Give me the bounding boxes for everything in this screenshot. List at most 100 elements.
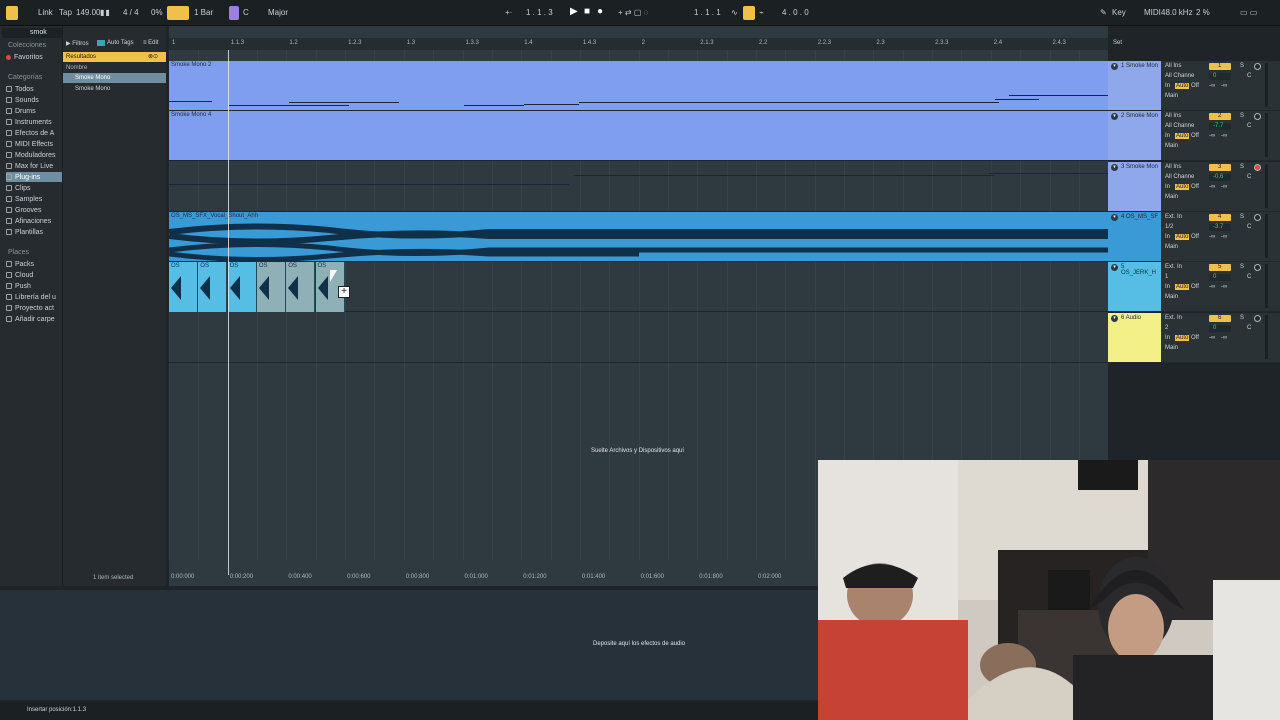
window-icons[interactable]: ▭ ▭ bbox=[1240, 8, 1257, 17]
category-item[interactable]: Todos bbox=[6, 84, 62, 94]
send-a-knob[interactable]: -∞ bbox=[1209, 335, 1215, 341]
output-select[interactable]: Main bbox=[1165, 244, 1178, 250]
arm-record-icon[interactable] bbox=[1254, 264, 1261, 271]
place-item[interactable]: Añadir carpe bbox=[6, 314, 62, 324]
category-item[interactable]: MIDI Effects bbox=[6, 139, 62, 149]
track-activator-button[interactable]: 4 bbox=[1209, 214, 1231, 221]
track-lane-4[interactable]: OS_MS_SFX_Vocal_Shout_Ahh bbox=[169, 212, 1108, 262]
pan-knob[interactable]: C bbox=[1247, 73, 1251, 79]
audio-clip-slice[interactable]: OS bbox=[227, 262, 257, 312]
monitor-auto-button[interactable]: Auto bbox=[1175, 133, 1190, 139]
track-header-2[interactable]: ▾ 2 Smoke Mon bbox=[1108, 111, 1161, 161]
time-signature[interactable]: 4 / 4 bbox=[123, 8, 139, 17]
fold-icon[interactable]: ▾ bbox=[1111, 63, 1118, 70]
output-select[interactable]: Main bbox=[1165, 194, 1178, 200]
monitor-off-button[interactable]: Off bbox=[1191, 133, 1199, 139]
place-item[interactable]: Push bbox=[6, 281, 62, 291]
arm-record-icon[interactable] bbox=[1254, 113, 1261, 120]
track-header-6[interactable]: ▾ 6 Audio bbox=[1108, 313, 1161, 363]
category-item[interactable]: Drums bbox=[6, 106, 62, 116]
midi-map-button[interactable]: MIDI bbox=[1144, 8, 1161, 17]
monitor-off-button[interactable]: Off bbox=[1191, 335, 1199, 341]
send-a-knob[interactable]: -∞ bbox=[1209, 234, 1215, 240]
midi-note[interactable] bbox=[524, 104, 579, 105]
set-button[interactable]: Set bbox=[1113, 40, 1122, 46]
view-toggle-icon[interactable] bbox=[6, 6, 18, 20]
results-header[interactable]: Resultados ⊗⊙ bbox=[63, 52, 166, 62]
song-position[interactable]: 1 . 1 . 3 bbox=[526, 8, 553, 17]
tempo-field[interactable]: 149.00 bbox=[76, 8, 100, 17]
midi-note[interactable] bbox=[1009, 95, 1108, 96]
track-lane-2[interactable]: Smoke Mono 4 bbox=[169, 111, 1108, 185]
punch-icon[interactable]: ⌁ bbox=[759, 8, 764, 17]
send-a-knob[interactable]: -∞ bbox=[1209, 83, 1215, 89]
beat-ruler[interactable]: 1 1.1.3 1.2 1.2.3 1.3 1.3.3 1.4 1.4.3 2 2.1.3 2.2 2… bbox=[169, 38, 1108, 50]
send-b-knob[interactable]: -∞ bbox=[1221, 133, 1227, 139]
monitor-in-button[interactable]: In bbox=[1165, 284, 1170, 290]
input-channel-select[interactable]: 1 bbox=[1165, 274, 1168, 280]
solo-button[interactable]: S bbox=[1240, 214, 1244, 220]
track-activator-button[interactable]: 5 bbox=[1209, 264, 1231, 271]
solo-button[interactable]: S bbox=[1240, 113, 1244, 119]
input-channel-select[interactable]: 1/2 bbox=[1165, 224, 1173, 230]
stop-icon[interactable]: ■ bbox=[584, 6, 590, 17]
solo-button[interactable]: S bbox=[1240, 315, 1244, 321]
send-b-knob[interactable]: -∞ bbox=[1221, 335, 1227, 341]
track-activator-button[interactable]: 3 bbox=[1209, 164, 1231, 171]
output-select[interactable]: Main bbox=[1165, 143, 1178, 149]
midi-note[interactable] bbox=[995, 99, 1039, 100]
audio-clip-slice[interactable]: OS bbox=[286, 262, 316, 312]
link-button[interactable]: Link bbox=[38, 8, 53, 17]
follow-button[interactable] bbox=[167, 6, 189, 20]
category-item[interactable]: Plug-ins bbox=[6, 172, 62, 182]
monitor-auto-button[interactable]: Auto bbox=[1175, 234, 1190, 240]
monitor-off-button[interactable]: Off bbox=[1191, 284, 1199, 290]
output-select[interactable]: Main bbox=[1165, 93, 1178, 99]
category-item[interactable]: Grooves bbox=[6, 205, 62, 215]
send-a-knob[interactable]: -∞ bbox=[1209, 133, 1215, 139]
metronome-icon[interactable]: ▮▮ bbox=[100, 8, 111, 17]
pan-knob[interactable]: C bbox=[1247, 123, 1251, 129]
monitor-in-button[interactable]: In bbox=[1165, 184, 1170, 190]
category-item[interactable]: Efectos de A bbox=[6, 128, 62, 138]
track-name[interactable]: 5 OS_JERK_H bbox=[1121, 264, 1161, 276]
solo-button[interactable]: S bbox=[1240, 63, 1244, 69]
input-type-select[interactable]: All Ins bbox=[1165, 113, 1181, 119]
result-item-1[interactable]: Smoke Mono bbox=[63, 73, 166, 83]
arm-record-icon[interactable] bbox=[1254, 63, 1261, 70]
place-item[interactable]: Librería del u bbox=[6, 292, 62, 302]
send-b-knob[interactable]: -∞ bbox=[1221, 184, 1227, 190]
track-name[interactable]: 3 Smoke Mon bbox=[1121, 164, 1158, 170]
send-a-knob[interactable]: -∞ bbox=[1209, 184, 1215, 190]
audio-clip-slice[interactable]: OS bbox=[198, 262, 228, 312]
input-type-select[interactable]: All Ins bbox=[1165, 164, 1181, 170]
track-activator-button[interactable]: 6 bbox=[1209, 315, 1231, 322]
send-b-knob[interactable]: -∞ bbox=[1221, 234, 1227, 240]
pan-knob[interactable]: C bbox=[1247, 224, 1251, 230]
category-item[interactable]: Plantillas bbox=[6, 227, 62, 237]
output-select[interactable]: Main bbox=[1165, 294, 1178, 300]
arm-record-icon[interactable] bbox=[1254, 214, 1261, 221]
input-channel-select[interactable]: All Channe bbox=[1165, 123, 1194, 129]
monitor-in-button[interactable]: In bbox=[1165, 83, 1170, 89]
fold-icon[interactable]: ▾ bbox=[1111, 315, 1118, 322]
midi-note[interactable] bbox=[464, 105, 524, 106]
auto-tags-toggle[interactable]: Auto Tags bbox=[97, 40, 134, 46]
filters-button[interactable]: ▶ Filtros bbox=[66, 40, 89, 47]
fold-icon[interactable]: ▾ bbox=[1111, 164, 1118, 171]
input-type-select[interactable]: Ext. In bbox=[1165, 315, 1182, 321]
scale-select[interactable]: Major bbox=[268, 8, 288, 17]
place-item[interactable]: Packs bbox=[6, 259, 62, 269]
monitor-auto-button[interactable]: Auto bbox=[1175, 284, 1190, 290]
arrangement-position-icon[interactable]: +· bbox=[505, 8, 512, 17]
track-activator-button[interactable]: 1 bbox=[1209, 63, 1231, 70]
input-type-select[interactable]: Ext. In bbox=[1165, 264, 1182, 270]
track-name[interactable]: 4 OS_MS_SF bbox=[1121, 214, 1158, 220]
track-header-4[interactable]: ▾ 4 OS_MS_SF bbox=[1108, 212, 1161, 262]
solo-button[interactable]: S bbox=[1240, 264, 1244, 270]
record-icon[interactable]: ● bbox=[597, 6, 603, 17]
track-name[interactable]: 2 Smoke Mon bbox=[1121, 113, 1158, 119]
category-item[interactable]: Instruments bbox=[6, 117, 62, 127]
monitor-in-button[interactable]: In bbox=[1165, 234, 1170, 240]
pan-knob[interactable]: C bbox=[1247, 174, 1251, 180]
